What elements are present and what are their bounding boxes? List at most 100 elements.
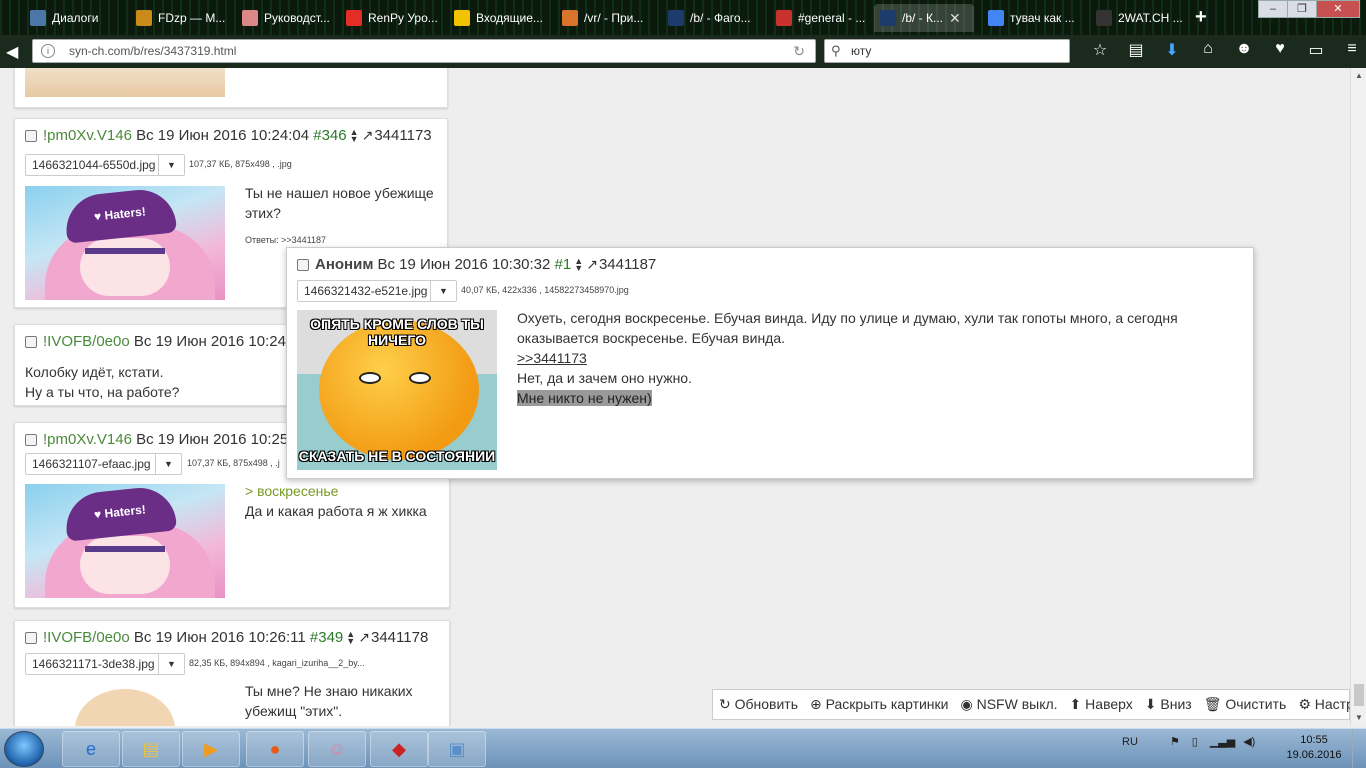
share-icon[interactable]: ↗ xyxy=(358,629,370,646)
post-checkbox[interactable] xyxy=(25,129,37,142)
smiley-icon[interactable]: ☻ xyxy=(1226,40,1262,60)
show-desktop-button[interactable] xyxy=(1352,729,1366,768)
browser-tab[interactable]: Руководст... xyxy=(236,4,336,32)
file-select[interactable]: 1466321432-e521e.jpg ▼ xyxy=(297,280,457,302)
post-date: Вс 19 Июн 2016 10:26:11 xyxy=(133,629,306,646)
browser-tab[interactable]: #general - ... xyxy=(770,4,870,32)
scroll-up-arrow-icon[interactable]: ▲ xyxy=(1351,68,1366,84)
refresh-button[interactable]: ↻ Обновить xyxy=(719,696,804,713)
pocket-icon[interactable]: ♥ xyxy=(1262,40,1298,60)
browser-tab[interactable]: Диалоги xyxy=(24,4,124,32)
post-image[interactable]: ♥ Haters! xyxy=(25,484,225,598)
post-checkbox[interactable] xyxy=(25,631,37,644)
nsfw-toggle[interactable]: ◉ NSFW выкл. xyxy=(960,696,1063,713)
screen-icon[interactable]: ▭ xyxy=(1298,40,1334,60)
file-info: 82,35 КБ, 894x894 , kagari_izuriha__2_by… xyxy=(189,658,365,668)
url-text: syn-ch.com/b/res/3437319.html xyxy=(69,44,237,58)
browser-tab[interactable]: тувач как ... xyxy=(982,4,1082,32)
post-checkbox[interactable] xyxy=(25,433,37,446)
address-bar[interactable]: i syn-ch.com/b/res/3437319.html ↻ xyxy=(32,39,816,63)
page-scrollbar[interactable]: ▲ ▼ xyxy=(1350,68,1366,726)
file-info: 107,37 КБ, 875x498 , .j xyxy=(187,458,280,468)
post-text: Ты не нашел новое убежище этих? xyxy=(245,185,434,221)
browser-tab[interactable]: /b/ - К... ✕ xyxy=(874,4,974,32)
close-tab-icon[interactable]: ✕ xyxy=(949,10,961,27)
firefox-icon[interactable]: ● xyxy=(246,731,304,767)
post-image[interactable] xyxy=(25,68,225,97)
browser-tab[interactable]: Входящие... xyxy=(448,4,548,32)
signal-icon[interactable]: ▁▃▅ xyxy=(1210,735,1235,748)
bookmark-star-icon[interactable]: ☆ xyxy=(1082,40,1118,60)
scroll-up-button[interactable]: ⬆ Наверх xyxy=(1070,696,1139,713)
file-select[interactable]: 1466321107-efaac.jpg ▼ xyxy=(25,453,182,475)
image-viewer-icon[interactable]: ▣ xyxy=(428,731,486,767)
post-checkbox[interactable] xyxy=(25,335,37,348)
browser-tab[interactable]: FDzp — М... xyxy=(130,4,230,32)
close-window-button[interactable]: ✕ xyxy=(1316,0,1360,18)
search-text: юту xyxy=(851,44,872,58)
reload-icon[interactable]: ↻ xyxy=(793,40,805,62)
start-button[interactable] xyxy=(4,731,44,767)
post-header: !pm0Xv.V146 Вс 19 Июн 2016 10:25 xyxy=(25,431,288,448)
menu-icon[interactable]: ≡ xyxy=(1334,40,1366,60)
language-indicator[interactable]: RU xyxy=(1122,736,1138,748)
browser-nav-bar: ◀ i syn-ch.com/b/res/3437319.html ↻ ⚲ ют… xyxy=(0,35,1366,68)
browser-tab[interactable]: 2WAT.CH ... xyxy=(1090,4,1190,32)
app-icon[interactable]: ◆ xyxy=(370,731,428,767)
info-icon[interactable]: i xyxy=(41,44,55,58)
clear-button[interactable]: 🗑 Очистить xyxy=(1204,696,1293,713)
search-input[interactable]: ⚲ юту xyxy=(824,39,1070,63)
browser-tab[interactable]: /b/ - Фаго... xyxy=(662,4,762,32)
chevron-down-icon[interactable]: ▼ xyxy=(430,281,456,301)
chevron-down-icon[interactable]: ▼ xyxy=(158,155,184,175)
browser-tab[interactable]: /vr/ - При... xyxy=(556,4,656,32)
browser-tab[interactable]: RenPy Уро... xyxy=(340,4,440,32)
lightning-icon xyxy=(562,10,578,26)
minimize-button[interactable]: – xyxy=(1258,0,1288,18)
sort-icon[interactable]: ▲ ▼ xyxy=(346,629,355,645)
download-icon[interactable]: ⬇ xyxy=(1154,40,1190,60)
meme-image[interactable]: ОПЯТЬ КРОМЕ СЛОВ ТЫ НИЧЕГО СКАЗАТЬ НЕ В … xyxy=(297,310,497,470)
post-image[interactable]: ♥ Haters! xyxy=(25,186,225,300)
ie-icon[interactable]: e xyxy=(62,731,120,767)
flag-icon[interactable]: ⚑ xyxy=(1170,735,1180,748)
anime-app-icon[interactable]: ☺ xyxy=(308,731,366,767)
chevron-down-icon[interactable]: ▼ xyxy=(158,654,184,674)
anime-avatar-icon xyxy=(242,10,258,26)
post-image[interactable] xyxy=(25,683,225,726)
scroll-down-button[interactable]: ⬇ Вниз xyxy=(1145,696,1198,713)
tab-label: Диалоги xyxy=(52,11,99,25)
reply-link[interactable]: >>3441173 xyxy=(517,348,1178,368)
selected-text: Мне никто не нужен) xyxy=(517,390,652,406)
post-checkbox[interactable] xyxy=(297,258,309,271)
back-icon[interactable]: ◀ xyxy=(6,42,18,62)
system-tray: RU ⚑ ▯ ▁▃▅ ◀) xyxy=(1122,735,1255,749)
file-select[interactable]: 1466321044-6550d.jpg ▼ xyxy=(25,154,185,176)
media-player-icon[interactable]: ▶ xyxy=(182,731,240,767)
chevron-down-icon[interactable]: ▼ xyxy=(155,454,181,474)
maximize-button[interactable]: ❐ xyxy=(1287,0,1317,18)
device-icon[interactable]: ▯ xyxy=(1192,735,1198,748)
post-ref: 3441178 xyxy=(371,629,429,646)
sort-icon[interactable]: ▲ ▼ xyxy=(574,256,583,272)
scroll-down-arrow-icon[interactable]: ▼ xyxy=(1351,710,1366,726)
post-replies[interactable]: Ответы: >>3441187 xyxy=(245,235,326,245)
clock[interactable]: 10:55 19.06.2016 xyxy=(1284,733,1344,763)
share-icon[interactable]: ↗ xyxy=(362,127,374,144)
post-number[interactable]: #349 xyxy=(310,629,343,646)
scrollbar-thumb[interactable] xyxy=(1354,684,1364,706)
file-name: 1466321171-3de38.jpg xyxy=(32,657,155,671)
chat-icon xyxy=(776,10,792,26)
post-number[interactable]: #1 xyxy=(555,256,572,273)
reading-list-icon[interactable]: ▤ xyxy=(1118,40,1154,60)
file-select[interactable]: 1466321171-3de38.jpg ▼ xyxy=(25,653,185,675)
new-tab-button[interactable]: + xyxy=(1195,6,1207,29)
home-icon[interactable]: ⌂ xyxy=(1190,40,1226,60)
post-number[interactable]: #346 xyxy=(313,127,346,144)
volume-icon[interactable]: ◀) xyxy=(1243,735,1255,748)
explorer-icon[interactable]: ▤ xyxy=(122,731,180,767)
expand-images-button[interactable]: ⊕ Раскрыть картинки xyxy=(810,696,954,713)
browser-tab-bar: Диалоги FDzp — М... Руководст... RenPy Уро.… xyxy=(0,0,1366,35)
share-icon[interactable]: ↗ xyxy=(586,256,598,273)
sort-icon[interactable]: ▲ ▼ xyxy=(350,127,359,143)
